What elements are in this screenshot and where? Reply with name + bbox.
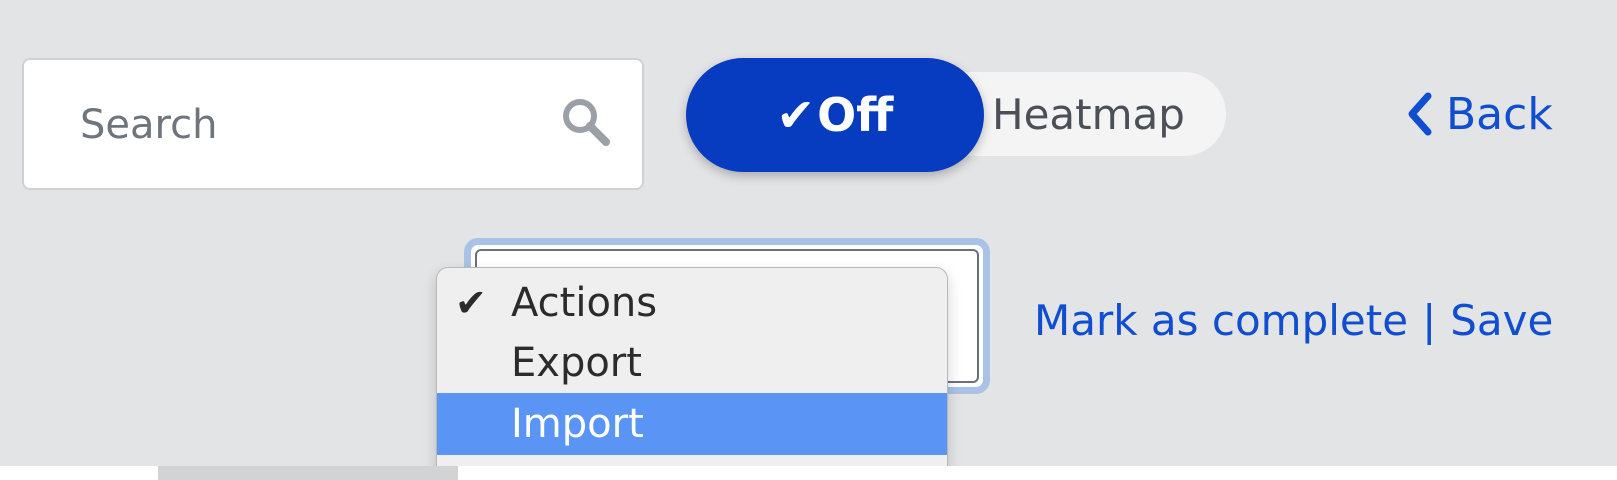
menu-item-label: Import xyxy=(511,401,644,447)
back-label: Back xyxy=(1446,88,1553,140)
check-icon: ✔ xyxy=(776,88,816,142)
content-area-shade xyxy=(158,466,458,480)
search-box[interactable] xyxy=(22,58,644,190)
checkmark-icon: ✔ xyxy=(455,281,487,325)
menu-item-import[interactable]: Import xyxy=(437,393,947,455)
menu-item-label: Actions xyxy=(511,280,658,326)
toggle-option-heatmap[interactable]: Heatmap xyxy=(992,72,1185,156)
status-actions: Mark as complete | Save xyxy=(1034,290,1553,350)
menu-item-export[interactable]: Export xyxy=(437,332,947,394)
search-input[interactable] xyxy=(78,96,502,154)
save-link[interactable]: Save xyxy=(1450,296,1553,345)
toolbar: Heatmap ✔ Off Back ✔ Actions Export Impo… xyxy=(0,0,1617,480)
mark-as-complete-link[interactable]: Mark as complete xyxy=(1034,296,1408,345)
toggle-off-label: Off xyxy=(817,88,894,142)
search-icon[interactable] xyxy=(558,94,614,150)
heatmap-toggle[interactable]: Heatmap ✔ Off xyxy=(686,58,1238,172)
menu-item-label: Export xyxy=(511,340,642,386)
chevron-left-icon xyxy=(1408,92,1432,136)
link-separator: | xyxy=(1422,295,1437,345)
toggle-option-off[interactable]: ✔ Off xyxy=(686,58,984,172)
back-link[interactable]: Back xyxy=(1406,84,1553,144)
menu-item-actions[interactable]: ✔ Actions xyxy=(437,272,947,334)
actions-dropdown-menu: ✔ Actions Export Import xyxy=(436,267,948,480)
